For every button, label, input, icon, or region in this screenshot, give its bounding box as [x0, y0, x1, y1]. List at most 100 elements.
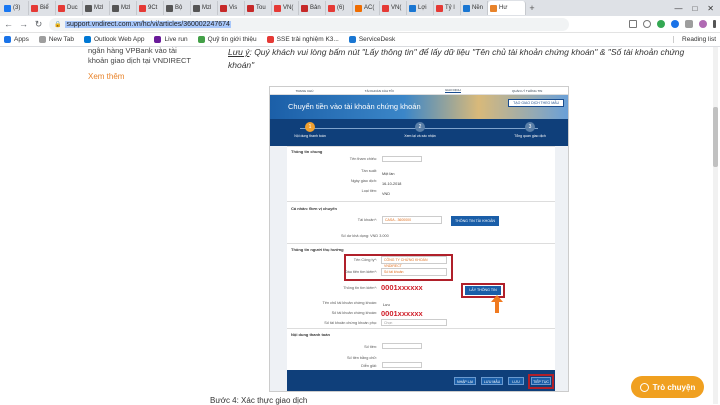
tab-label: (6) — [337, 5, 345, 11]
tab-favicon-icon — [301, 4, 308, 12]
tab-label: Tou — [256, 5, 266, 11]
browser-tab[interactable]: VN( — [272, 1, 299, 15]
url-input[interactable]: 🔒 support.vndirect.com.vn/hc/vi/articles… — [49, 17, 569, 31]
profile-avatar-icon[interactable] — [699, 20, 707, 28]
amount-field — [382, 343, 422, 349]
tab-label: Mzl — [94, 5, 104, 11]
back-icon[interactable]: ← — [4, 19, 13, 29]
bookmark-icon — [197, 36, 205, 43]
window-controls: — □ ✕ — [674, 4, 720, 13]
company-select: CÔNG TY CHỨNG KHOÁN VNDIRECT — [381, 256, 447, 268]
browser-tab[interactable]: Bộ — [164, 1, 191, 15]
extension-blue-icon[interactable] — [671, 20, 679, 28]
bookmark-icon — [348, 36, 356, 43]
browser-tab[interactable]: Bản — [299, 1, 326, 15]
tab-favicon-icon — [193, 4, 200, 12]
browser-tab[interactable]: Tou — [245, 1, 272, 15]
beneficiary-section: Thông tin người thụ hưởng Tên Công ty*: … — [287, 243, 555, 328]
nav-home: TRANG CHỦ — [295, 88, 314, 93]
description-field — [382, 362, 422, 368]
browser-tab[interactable]: 9Ct — [137, 1, 164, 15]
extension-green-icon[interactable] — [657, 20, 665, 28]
tab-label: Vis — [229, 5, 238, 11]
search-type-label: Đầu tiên tìm kiếm*: — [344, 270, 377, 274]
tab-label: VN( — [391, 5, 402, 11]
embedded-screenshot: TRANG CHỦ TÀI KHOẢN CỦA TÔI GIAO DỊCH QU… — [269, 86, 569, 392]
minimize-icon[interactable]: — — [674, 4, 682, 13]
menu-icon[interactable] — [713, 20, 716, 28]
tab-label: Biể — [40, 5, 49, 11]
browser-tab[interactable]: Hư — [488, 1, 526, 15]
bookmark-item[interactable]: SSE trải nghiệm K3... — [266, 36, 339, 43]
tab-label: Tỷ l — [445, 5, 455, 11]
bookmark-item[interactable]: New Tab — [38, 36, 74, 43]
browser-tab[interactable]: Mzl — [110, 1, 137, 15]
tab-label: VN( — [283, 5, 294, 11]
browser-tab[interactable]: VN( — [380, 1, 407, 15]
bookmark-label: Quỹ tin giới thiệu — [207, 36, 257, 43]
close-icon[interactable]: ✕ — [707, 4, 714, 13]
company-label: Tên Công ty*: — [353, 258, 377, 262]
browser-tab[interactable]: Nền — [461, 1, 488, 15]
secnum-value: 0001xxxxxx — [381, 309, 423, 318]
tab-label: Nền — [472, 5, 484, 11]
step-2: 2 Xem lại và xác nhận — [404, 122, 436, 138]
tab-favicon-icon — [85, 4, 92, 12]
scrollbar[interactable] — [713, 47, 718, 404]
see-more-link[interactable]: Xem thêm — [88, 72, 124, 81]
bookmark-icon — [38, 36, 46, 43]
tab-favicon-icon — [355, 4, 362, 12]
bookmark-star-icon[interactable] — [643, 20, 651, 28]
browser-tab[interactable]: Mzl — [191, 1, 218, 15]
browser-tab[interactable]: Tỷ l — [434, 1, 461, 15]
tab-label: AC( — [364, 5, 375, 11]
browser-tab[interactable]: Mzl — [83, 1, 110, 15]
maximize-icon[interactable]: □ — [692, 4, 697, 13]
reading-list[interactable]: Reading list — [673, 36, 716, 43]
save-template-button: LƯU MẪU — [481, 377, 503, 385]
source-section: Cá nhân: Đơn vị chuyển Tài khoản*: CASA … — [287, 201, 555, 243]
bookmark-item[interactable]: Live run — [154, 36, 188, 43]
nav-transactions: GIAO DỊCH — [445, 88, 461, 93]
date-value: 16-10-2018 — [382, 182, 402, 186]
new-tab-icon[interactable]: + — [526, 3, 538, 13]
browser-tab[interactable]: (3) — [2, 1, 29, 15]
browser-tab[interactable]: Vis — [218, 1, 245, 15]
bookmark-icon — [154, 36, 162, 43]
ref-field — [382, 156, 422, 162]
action-bar: NHẬP LẠI LƯU MẪU LƯU TIẾP TỤC — [287, 370, 555, 391]
browser-tab[interactable]: (6) — [326, 1, 353, 15]
embedded-top-nav: TRANG CHỦ TÀI KHOẢN CỦA TÔI GIAO DỊCH QU… — [270, 87, 568, 95]
tab-favicon-icon — [490, 4, 497, 12]
general-heading: Thông tin chung — [291, 149, 323, 154]
reload-icon[interactable]: ↻ — [34, 19, 43, 30]
tab-favicon-icon — [463, 4, 470, 12]
note-text: : Quý khách vui lòng bấm nút "Lấy thông … — [228, 47, 685, 70]
browser-tab[interactable]: AC( — [353, 1, 380, 15]
tab-favicon-icon — [409, 4, 416, 12]
step-1: 1 Nội dung thanh toán — [294, 122, 326, 138]
scrollbar-thumb[interactable] — [713, 107, 718, 167]
account-info-button: THÔNG TIN TÀI KHOẢN — [451, 216, 499, 226]
bookmark-label: Outlook Web App — [94, 36, 145, 43]
bookmarks-bar: Apps New Tab Outlook Web App Live run Quỹ ti… — [0, 33, 720, 47]
browser-tab[interactable]: Lợi — [407, 1, 434, 15]
tab-favicon-icon — [382, 4, 389, 12]
share-icon[interactable] — [629, 20, 637, 28]
chat-button[interactable]: Trò chuyện — [631, 376, 704, 398]
continue-button: TIẾP TỤC — [531, 377, 551, 385]
browser-tab[interactable]: Biể — [29, 1, 56, 15]
sub-account-label: Số tài khoản chứng khoán phụ: — [324, 321, 377, 325]
forward-icon[interactable]: → — [19, 19, 28, 29]
note-prefix: Lưu ý — [228, 47, 250, 57]
balance-text: Số dư khả dụng: VND 3.000 — [341, 234, 389, 238]
bookmark-item[interactable]: Outlook Web App — [84, 36, 144, 43]
bookmark-item[interactable]: Apps — [4, 36, 29, 43]
tab-favicon-icon — [4, 4, 11, 12]
related-article-text[interactable]: ngân hàng VPBank vào tài khoản giao dịch… — [88, 46, 198, 66]
puzzle-icon[interactable] — [685, 20, 693, 28]
bookmark-item[interactable]: Quỹ tin giới thiệu — [197, 36, 257, 43]
browser-tab[interactable]: Duc — [56, 1, 83, 15]
ref-label: Tên tham chiếu: — [349, 157, 377, 161]
bookmark-item[interactable]: ServiceDesk — [348, 36, 395, 43]
